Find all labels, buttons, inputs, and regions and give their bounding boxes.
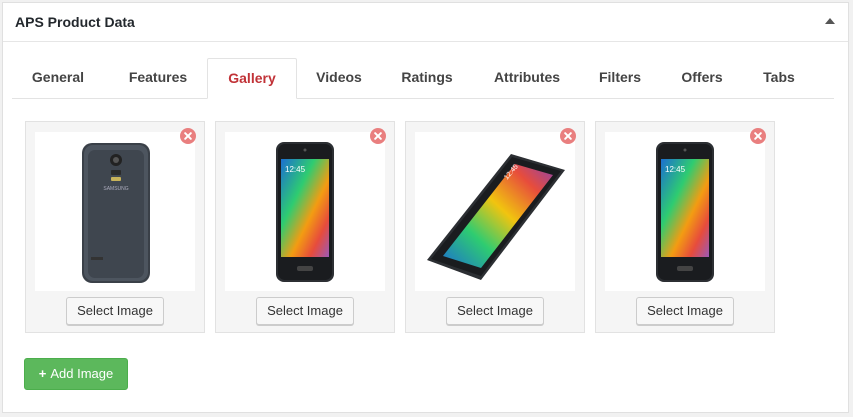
tab-videos[interactable]: Videos [302,58,376,98]
tab-attributes[interactable]: Attributes [478,58,576,98]
select-image-button[interactable]: Select Image [66,297,164,325]
remove-image-icon[interactable] [750,128,766,144]
phone-front-icon: 12:45 [276,142,334,282]
product-data-tabs: General Features Gallery Videos Ratings … [12,58,834,99]
remove-image-icon[interactable] [370,128,386,144]
gallery-item: 12:45 Select Image [405,121,585,333]
phone-back-icon: SAMSUNG [82,143,150,283]
gallery-item: SAMSUNG Select Image [25,121,205,333]
tab-offers[interactable]: Offers [668,58,736,98]
gallery-item: 12:45 Select Image [215,121,395,333]
panel-title: APS Product Data [15,14,135,30]
tab-general[interactable]: General [16,58,100,98]
remove-image-icon[interactable] [560,128,576,144]
plus-icon: + [38,366,47,381]
tab-ratings[interactable]: Ratings [388,58,466,98]
gallery-image: SAMSUNG [35,132,195,291]
select-image-button[interactable]: Select Image [256,297,354,325]
gallery-image: 12:45 [605,132,765,291]
select-image-button[interactable]: Select Image [446,297,544,325]
add-image-label: Add Image [50,366,114,381]
phone-front-icon: 12:45 [656,142,714,282]
phone-angled-icon: 12:45 [427,154,565,280]
tab-features[interactable]: Features [110,58,206,98]
remove-image-icon[interactable] [180,128,196,144]
add-image-button[interactable]: + Add Image [24,358,128,390]
gallery-image: 12:45 [225,132,385,291]
svg-text:SAMSUNG: SAMSUNG [103,186,128,192]
gallery-image: 12:45 [415,132,575,291]
select-image-button[interactable]: Select Image [636,297,734,325]
gallery-item: 12:45 Select Image [595,121,775,333]
tab-gallery[interactable]: Gallery [207,58,297,99]
collapse-arrow-icon[interactable] [825,18,835,24]
panel-header: APS Product Data [3,3,848,42]
tab-filters[interactable]: Filters [588,58,652,98]
svg-text:12:45: 12:45 [285,165,306,174]
tab-tabs[interactable]: Tabs [750,58,808,98]
svg-text:12:45: 12:45 [665,165,686,174]
